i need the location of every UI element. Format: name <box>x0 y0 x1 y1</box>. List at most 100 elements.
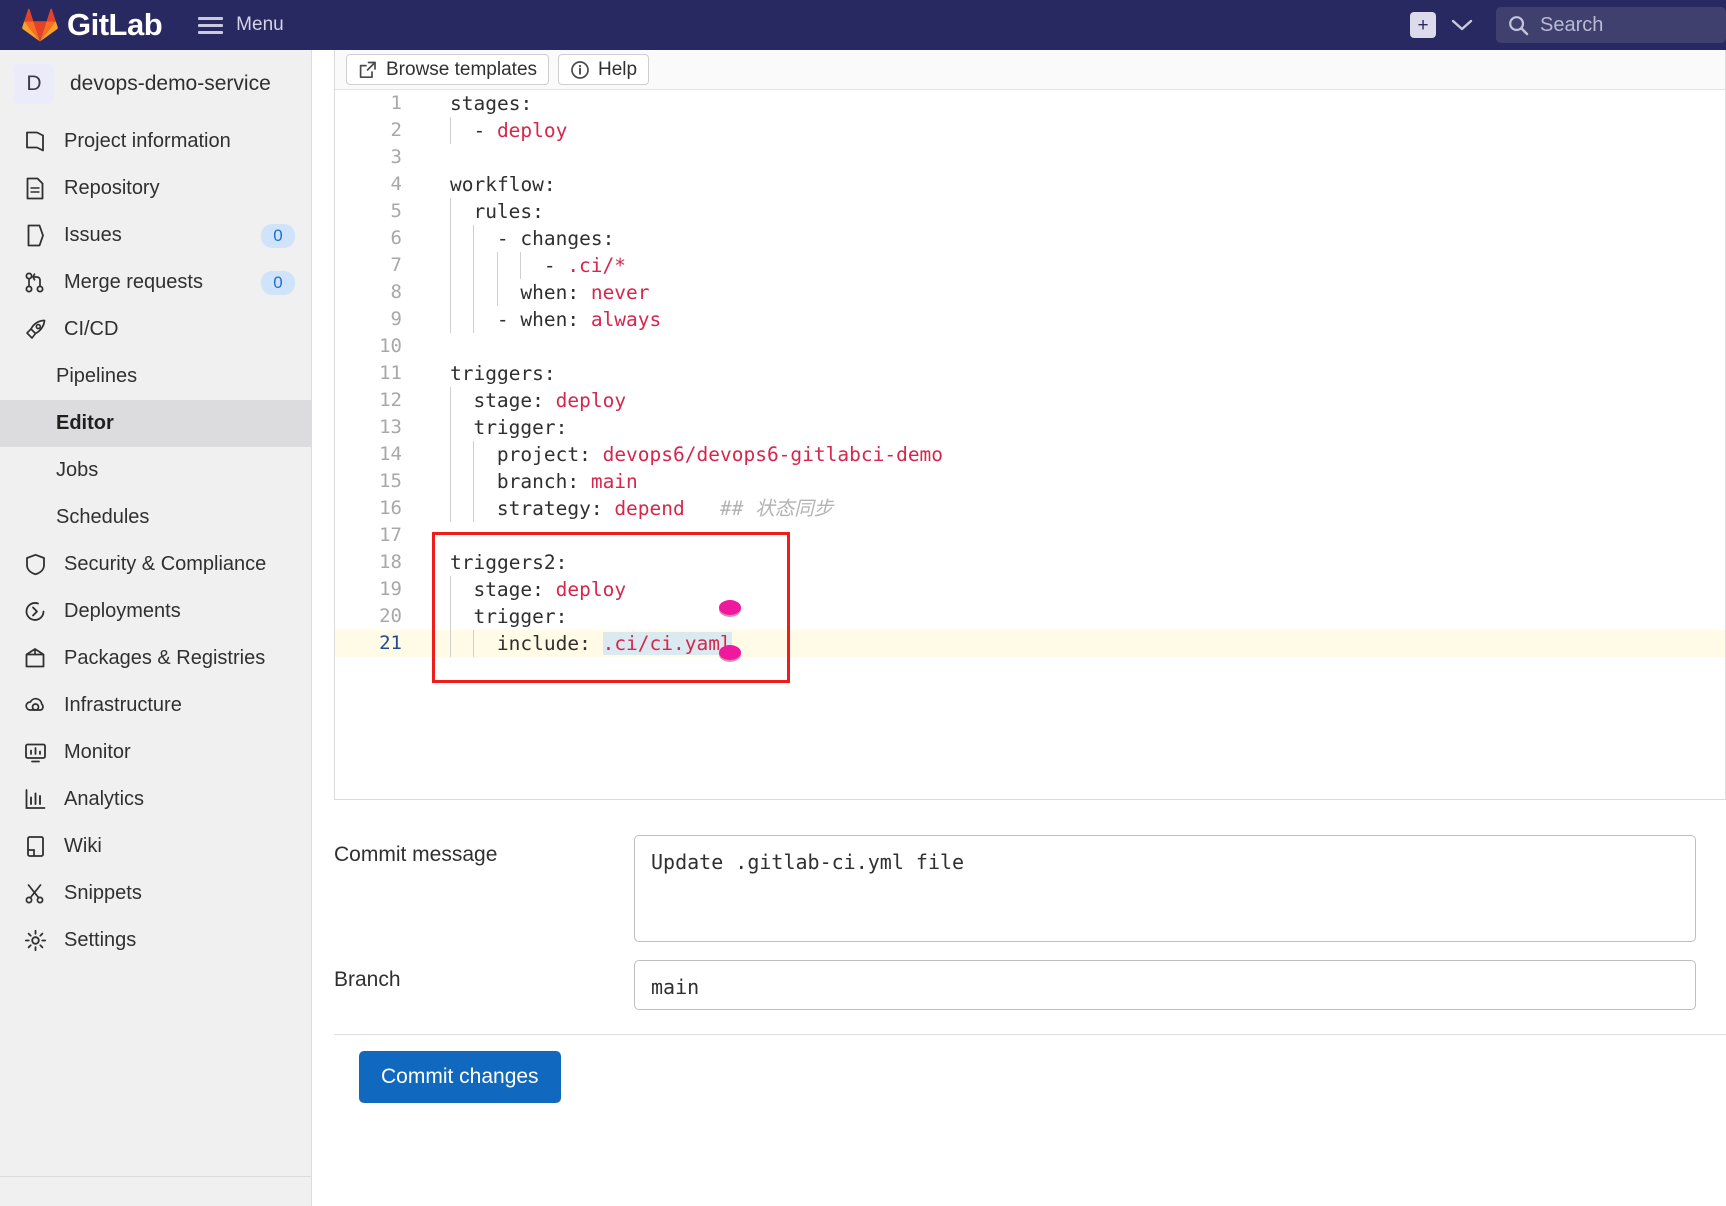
form-divider <box>334 1034 1726 1035</box>
merge-requests-count-badge: 0 <box>261 270 295 295</box>
code-editor[interactable]: 1 stages: 2 - deploy 3 4 workflow: 5 rules: 6 - ch… <box>335 90 1725 798</box>
sidebar-item-merge-requests[interactable]: Merge requests 0 <box>0 259 311 306</box>
code-text: include: .ci/ci.yaml <box>420 630 732 657</box>
sidebar-item-jobs[interactable]: Jobs <box>0 447 311 494</box>
line-number: 11 <box>379 362 402 384</box>
code-token: devops6/devops6-gitlabci-demo <box>602 443 944 466</box>
gitlab-wordmark: GitLab <box>67 7 163 42</box>
sidebar-item-wiki[interactable]: Wiki <box>0 823 311 870</box>
line-number: 14 <box>379 443 402 465</box>
code-token: .ci/ci.yaml <box>602 632 732 655</box>
code-line[interactable]: 12 stage: deploy <box>335 387 1725 414</box>
gitlab-brand[interactable]: GitLab <box>22 7 163 43</box>
code-line[interactable]: 1 stages: <box>335 90 1725 117</box>
sidebar-item-settings[interactable]: Settings <box>0 917 311 964</box>
code-token: stages: <box>450 92 533 115</box>
code-line[interactable]: 14 project: devops6/devops6-gitlabci-demo <box>335 441 1725 468</box>
sidebar-item-project-information[interactable]: Project information <box>0 118 311 165</box>
code-token: - <box>543 254 568 277</box>
help-label: Help <box>598 58 638 80</box>
line-number: 20 <box>379 605 402 627</box>
code-line[interactable]: 7 - .ci/* <box>335 252 1725 279</box>
issues-icon <box>22 223 48 249</box>
code-line[interactable]: 17 <box>335 522 1725 549</box>
code-text: triggers: <box>420 360 556 387</box>
line-number: 8 <box>390 281 402 303</box>
code-line[interactable]: 9 - when: always <box>335 306 1725 333</box>
top-navbar: GitLab Menu + Search <box>0 0 1726 50</box>
sidebar-item-schedules[interactable]: Schedules <box>0 494 311 541</box>
sidebar-item-label: Snippets <box>64 882 142 904</box>
code-line[interactable]: 20 trigger: <box>335 603 1725 630</box>
code-token: workflow: <box>450 173 556 196</box>
editor-toolbar: Browse templates Help <box>335 50 1725 90</box>
main-content: Browse templates Help 1 stages: 2 - deploy 3… <box>312 50 1726 1206</box>
code-line[interactable]: 18 triggers2: <box>335 549 1725 576</box>
sidebar-item-security-compliance[interactable]: Security & Compliance <box>0 541 311 588</box>
code-text: branch: main <box>420 468 638 495</box>
code-line[interactable]: 8 when: never <box>335 279 1725 306</box>
line-number: 12 <box>379 389 402 411</box>
sidebar-item-label: Infrastructure <box>64 694 182 716</box>
sidebar-item-analytics[interactable]: Analytics <box>0 776 311 823</box>
browse-templates-label: Browse templates <box>386 58 538 80</box>
sidebar-item-label: Issues <box>64 224 122 246</box>
sidebar-item-editor[interactable]: Editor <box>0 400 311 447</box>
code-token: deploy <box>555 578 627 601</box>
branch-input[interactable]: main <box>634 960 1696 1010</box>
sidebar-item-label: Project information <box>64 130 231 152</box>
code-token: branch: <box>496 470 591 493</box>
code-text: stage: deploy <box>420 387 626 414</box>
code-line[interactable]: 19 stage: deploy <box>335 576 1725 603</box>
help-button[interactable]: Help <box>558 54 650 85</box>
commit-changes-button[interactable]: Commit changes <box>359 1051 561 1103</box>
sidebar-item-issues[interactable]: Issues 0 <box>0 212 311 259</box>
code-line[interactable]: 21 include: .ci/ci.yaml <box>335 630 1725 657</box>
code-line[interactable]: 4 workflow: <box>335 171 1725 198</box>
main-menu-button[interactable]: Menu <box>198 14 284 36</box>
snippets-scissors-icon <box>22 881 48 907</box>
line-number: 3 <box>390 146 402 168</box>
search-placeholder: Search <box>1540 13 1604 36</box>
new-item-button[interactable]: + <box>1410 12 1436 38</box>
line-number: 7 <box>390 254 402 276</box>
code-line[interactable]: 15 branch: main <box>335 468 1725 495</box>
sidebar-item-infrastructure[interactable]: Infrastructure <box>0 682 311 729</box>
sidebar-item-pipelines[interactable]: Pipelines <box>0 353 311 400</box>
code-line[interactable]: 10 <box>335 333 1725 360</box>
cursor-marker-lower <box>719 645 741 660</box>
code-token: .ci/* <box>567 254 627 277</box>
code-line[interactable]: 6 - changes: <box>335 225 1725 252</box>
commit-message-row: Commit message Update .gitlab-ci.yml fil… <box>334 835 1726 942</box>
code-token: always <box>590 308 662 331</box>
code-line[interactable]: 3 <box>335 144 1725 171</box>
code-lines: 1 stages: 2 - deploy 3 4 workflow: 5 rules: 6 - ch… <box>335 90 1725 657</box>
sidebar-item-snippets[interactable]: Snippets <box>0 870 311 917</box>
code-text: - deploy <box>420 117 567 144</box>
sidebar-item-repository[interactable]: Repository <box>0 165 311 212</box>
code-line[interactable]: 2 - deploy <box>335 117 1725 144</box>
sidebar-item-monitor[interactable]: Monitor <box>0 729 311 776</box>
sidebar-item-deployments[interactable]: Deployments <box>0 588 311 635</box>
chevron-down-icon[interactable] <box>1450 13 1474 37</box>
sidebar-item-label: Monitor <box>64 741 131 763</box>
topbar-right-group: + Search <box>1410 0 1726 50</box>
code-line[interactable]: 13 trigger: <box>335 414 1725 441</box>
search-input[interactable]: Search <box>1496 7 1726 43</box>
code-line[interactable]: 16 strategy: depend ## 状态同步 <box>335 495 1725 522</box>
code-text: triggers2: <box>420 549 567 576</box>
project-header[interactable]: D devops-demo-service <box>0 50 311 118</box>
sidebar-item-label: CI/CD <box>64 318 119 340</box>
sidebar-item-cicd[interactable]: CI/CD <box>0 306 311 353</box>
sidebar-item-packages-registries[interactable]: Packages & Registries <box>0 635 311 682</box>
code-text: strategy: depend ## 状态同步 <box>420 495 833 522</box>
code-line[interactable]: 5 rules: <box>335 198 1725 225</box>
browse-templates-button[interactable]: Browse templates <box>346 54 550 85</box>
code-token: - when: <box>496 308 591 331</box>
code-line[interactable]: 11 triggers: <box>335 360 1725 387</box>
commit-message-input[interactable]: Update .gitlab-ci.yml file <box>634 835 1696 942</box>
code-token: never <box>590 281 650 304</box>
line-number: 19 <box>379 578 402 600</box>
line-number: 1 <box>390 92 402 114</box>
issues-count-badge: 0 <box>261 223 295 248</box>
